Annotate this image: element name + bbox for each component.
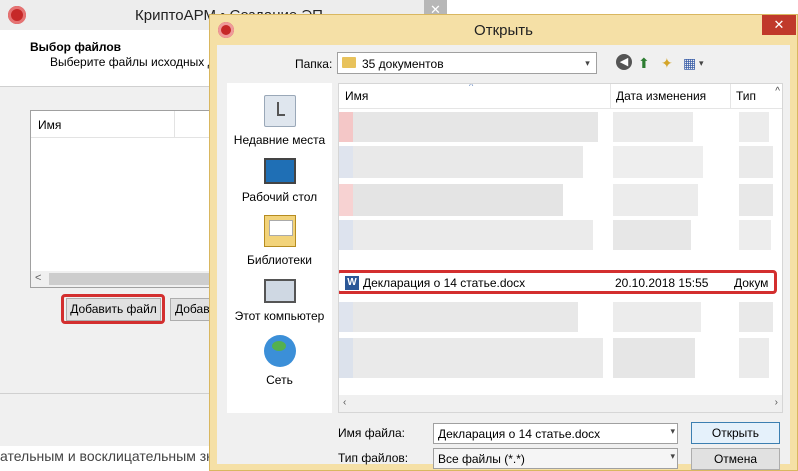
place-label: Сеть bbox=[266, 373, 293, 387]
highlighted-file-row[interactable]: W Декларация о 14 статье.docx 20.10.2018… bbox=[339, 270, 777, 294]
blurred-cell bbox=[739, 338, 769, 378]
column-divider bbox=[730, 84, 731, 108]
dialog-close-button[interactable]: ✕ bbox=[762, 15, 796, 35]
computer-icon bbox=[263, 279, 296, 303]
folder-icon bbox=[342, 57, 356, 68]
scroll-left-icon[interactable]: ‹ bbox=[343, 397, 346, 408]
file-list-header: Имя ^ Дата изменения Тип ^ bbox=[339, 84, 782, 109]
blurred-cell bbox=[339, 220, 353, 250]
desktop-icon bbox=[263, 158, 296, 184]
blurred-cell bbox=[613, 184, 698, 216]
dialog-titlebar[interactable]: Открыть ✕ bbox=[210, 15, 797, 45]
column-type[interactable]: Тип bbox=[736, 89, 756, 103]
folder-value: 35 документов bbox=[362, 57, 444, 71]
column-date[interactable]: Дата изменения bbox=[616, 89, 706, 103]
background-status-text: ательным и восклицательным зн bbox=[0, 448, 214, 464]
blurred-cell bbox=[339, 338, 353, 378]
blurred-cell bbox=[739, 220, 771, 250]
blurred-cell bbox=[613, 146, 703, 178]
open-button[interactable]: Открыть bbox=[691, 422, 780, 444]
places-bar: Недавние места Рабочий стол Библиотеки Э… bbox=[227, 83, 332, 413]
file-type-cell: Докум bbox=[734, 276, 769, 290]
blurred-cell bbox=[353, 112, 598, 142]
folder-select[interactable]: 35 документов ▾ bbox=[337, 52, 597, 74]
blurred-cell bbox=[739, 146, 773, 178]
files-list-column-name[interactable]: Имя bbox=[38, 118, 61, 132]
blurred-file-rows: W Декларация о 14 статье.docx 20.10.2018… bbox=[339, 108, 782, 398]
place-label: Недавние места bbox=[233, 133, 326, 147]
scroll-left-icon[interactable]: < bbox=[35, 272, 41, 284]
blurred-cell bbox=[339, 112, 353, 142]
file-name-value: Декларация о 14 статье.docx bbox=[438, 427, 601, 441]
blurred-cell bbox=[353, 302, 578, 332]
blurred-cell bbox=[613, 220, 691, 250]
file-list-hscrollbar[interactable]: ‹ › bbox=[339, 395, 782, 412]
add-file-button[interactable]: Добавить файл bbox=[66, 298, 161, 321]
place-libraries[interactable]: Библиотеки bbox=[227, 215, 332, 267]
wizard-header-title: Выбор файлов bbox=[30, 40, 122, 54]
place-network[interactable]: Сеть bbox=[227, 335, 332, 387]
libraries-icon bbox=[263, 215, 296, 247]
file-name-cell: Декларация о 14 статье.docx bbox=[363, 276, 526, 290]
word-document-icon: W bbox=[345, 276, 359, 290]
back-button-icon[interactable]: ◀ bbox=[616, 54, 632, 70]
blurred-cell bbox=[739, 184, 773, 216]
chevron-down-icon[interactable]: ▾ bbox=[579, 53, 596, 73]
chevron-down-icon[interactable]: ▾ bbox=[670, 451, 675, 462]
blurred-cell bbox=[339, 184, 353, 216]
blurred-cell bbox=[353, 146, 583, 178]
view-menu-icon[interactable]: ▦ bbox=[683, 54, 696, 72]
chevron-down-icon[interactable]: ▾ bbox=[670, 426, 675, 437]
place-label: Рабочий стол bbox=[241, 190, 318, 204]
file-list[interactable]: Имя ^ Дата изменения Тип ^ W Декларация … bbox=[338, 83, 783, 413]
file-type-value: Все файлы (*.*) bbox=[438, 452, 525, 466]
blurred-cell bbox=[339, 146, 353, 178]
blurred-cell bbox=[339, 302, 353, 332]
cryptoarm-app-icon bbox=[8, 6, 26, 24]
new-folder-icon[interactable]: ✦ bbox=[661, 54, 673, 72]
blurred-cell bbox=[739, 112, 769, 142]
blurred-cell bbox=[613, 112, 693, 142]
blurred-cell bbox=[353, 338, 603, 378]
file-date-cell: 20.10.2018 15:55 bbox=[615, 276, 709, 290]
scroll-right-icon[interactable]: › bbox=[775, 397, 778, 408]
place-label: Этот компьютер bbox=[234, 309, 325, 323]
column-divider bbox=[174, 111, 175, 137]
column-divider bbox=[610, 84, 611, 108]
network-icon bbox=[263, 335, 296, 367]
sort-ascending-icon: ^ bbox=[469, 83, 474, 91]
file-type-label: Тип файлов: bbox=[338, 451, 409, 465]
blurred-cell bbox=[739, 302, 773, 332]
scroll-up-icon[interactable]: ^ bbox=[775, 86, 780, 97]
wizard-header-subtitle: Выберите файлы исходных да bbox=[50, 55, 222, 69]
column-name[interactable]: Имя bbox=[345, 89, 368, 103]
folder-label: Папка: bbox=[295, 57, 333, 71]
up-folder-icon[interactable]: ⬆ bbox=[638, 54, 650, 72]
open-file-dialog: Открыть ✕ Папка: 35 документов ▾ ◀ ⬆ ✦ ▦… bbox=[209, 14, 798, 471]
cancel-button[interactable]: Отмена bbox=[691, 448, 780, 470]
file-type-select[interactable]: Все файлы (*.*) ▾ bbox=[433, 448, 678, 469]
place-computer[interactable]: Этот компьютер bbox=[227, 275, 332, 323]
place-desktop[interactable]: Рабочий стол bbox=[227, 155, 332, 204]
blurred-cell bbox=[613, 302, 701, 332]
blurred-cell bbox=[353, 220, 593, 250]
blurred-cell bbox=[613, 338, 695, 378]
place-recent[interactable]: Недавние места bbox=[227, 95, 332, 147]
view-dropdown-icon[interactable]: ▾ bbox=[699, 54, 704, 72]
dialog-body: Папка: 35 документов ▾ ◀ ⬆ ✦ ▦ ▾ Недавни… bbox=[217, 45, 790, 470]
file-name-input[interactable]: Декларация о 14 статье.docx ▾ bbox=[433, 423, 678, 444]
place-label: Библиотеки bbox=[246, 253, 312, 267]
blurred-cell bbox=[353, 184, 563, 216]
dialog-title: Открыть bbox=[474, 22, 533, 39]
file-name-label: Имя файла: bbox=[338, 426, 405, 440]
recent-places-icon bbox=[263, 95, 296, 127]
